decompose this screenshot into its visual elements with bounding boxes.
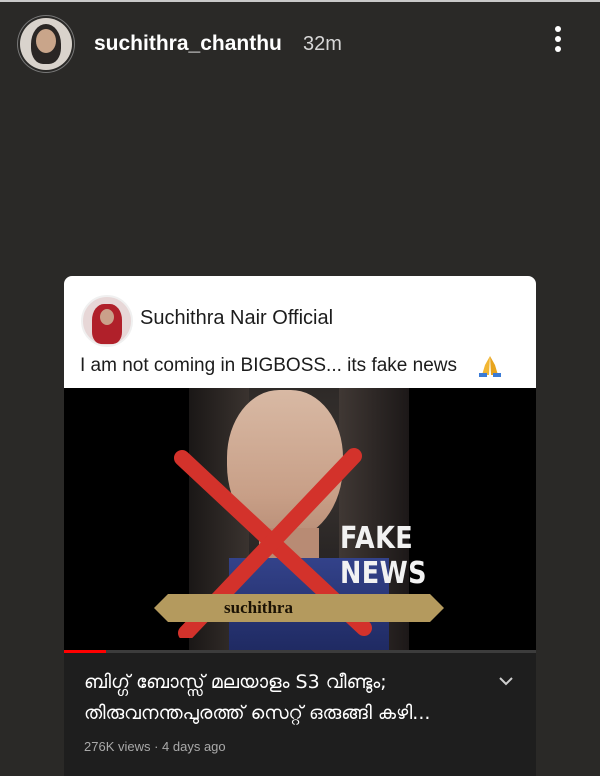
folded-hands-icon <box>479 356 501 377</box>
profile-avatar[interactable] <box>20 18 72 70</box>
banner-text: suchithra <box>224 598 293 617</box>
story-progress-line <box>0 0 600 2</box>
more-vertical-icon[interactable] <box>550 26 566 58</box>
fake-news-overlay: FAKE NEWS <box>340 521 427 591</box>
video-info-panel[interactable]: ബിഗ്ഗ് ബോസ്സ് മലയാളം S3 വീണ്ടും; തിരുവനന… <box>64 653 536 776</box>
post-text: I am not coming in BIGBOSS... its fake n… <box>80 355 457 376</box>
story-header: suchithra_chanthu 32m <box>0 14 600 74</box>
page-avatar <box>81 295 133 347</box>
username[interactable]: suchithra_chanthu <box>94 32 282 56</box>
video-title: ബിഗ്ഗ് ബോസ്സ് മലയാളം S3 വീണ്ടും; തിരുവനന… <box>84 667 484 729</box>
post-time: 32m <box>303 33 342 55</box>
video-meta: 276K views · 4 days ago <box>84 739 226 754</box>
video-thumbnail[interactable]: FAKE NEWS suchithra <box>64 388 536 652</box>
shared-post-card[interactable]: Suchithra Nair Official I am not coming … <box>64 276 536 388</box>
chevron-down-icon[interactable] <box>498 675 514 687</box>
page-name: Suchithra Nair Official <box>140 307 334 329</box>
video-title-line-2: തിരുവനന്തപുരത്ത് സെറ്റ് ഒരുങ്ങി കഴി... <box>84 702 431 724</box>
name-banner <box>154 594 444 622</box>
video-title-line-1: ബിഗ്ഗ് ബോസ്സ് മലയാളം S3 വീണ്ടും; <box>84 671 387 693</box>
